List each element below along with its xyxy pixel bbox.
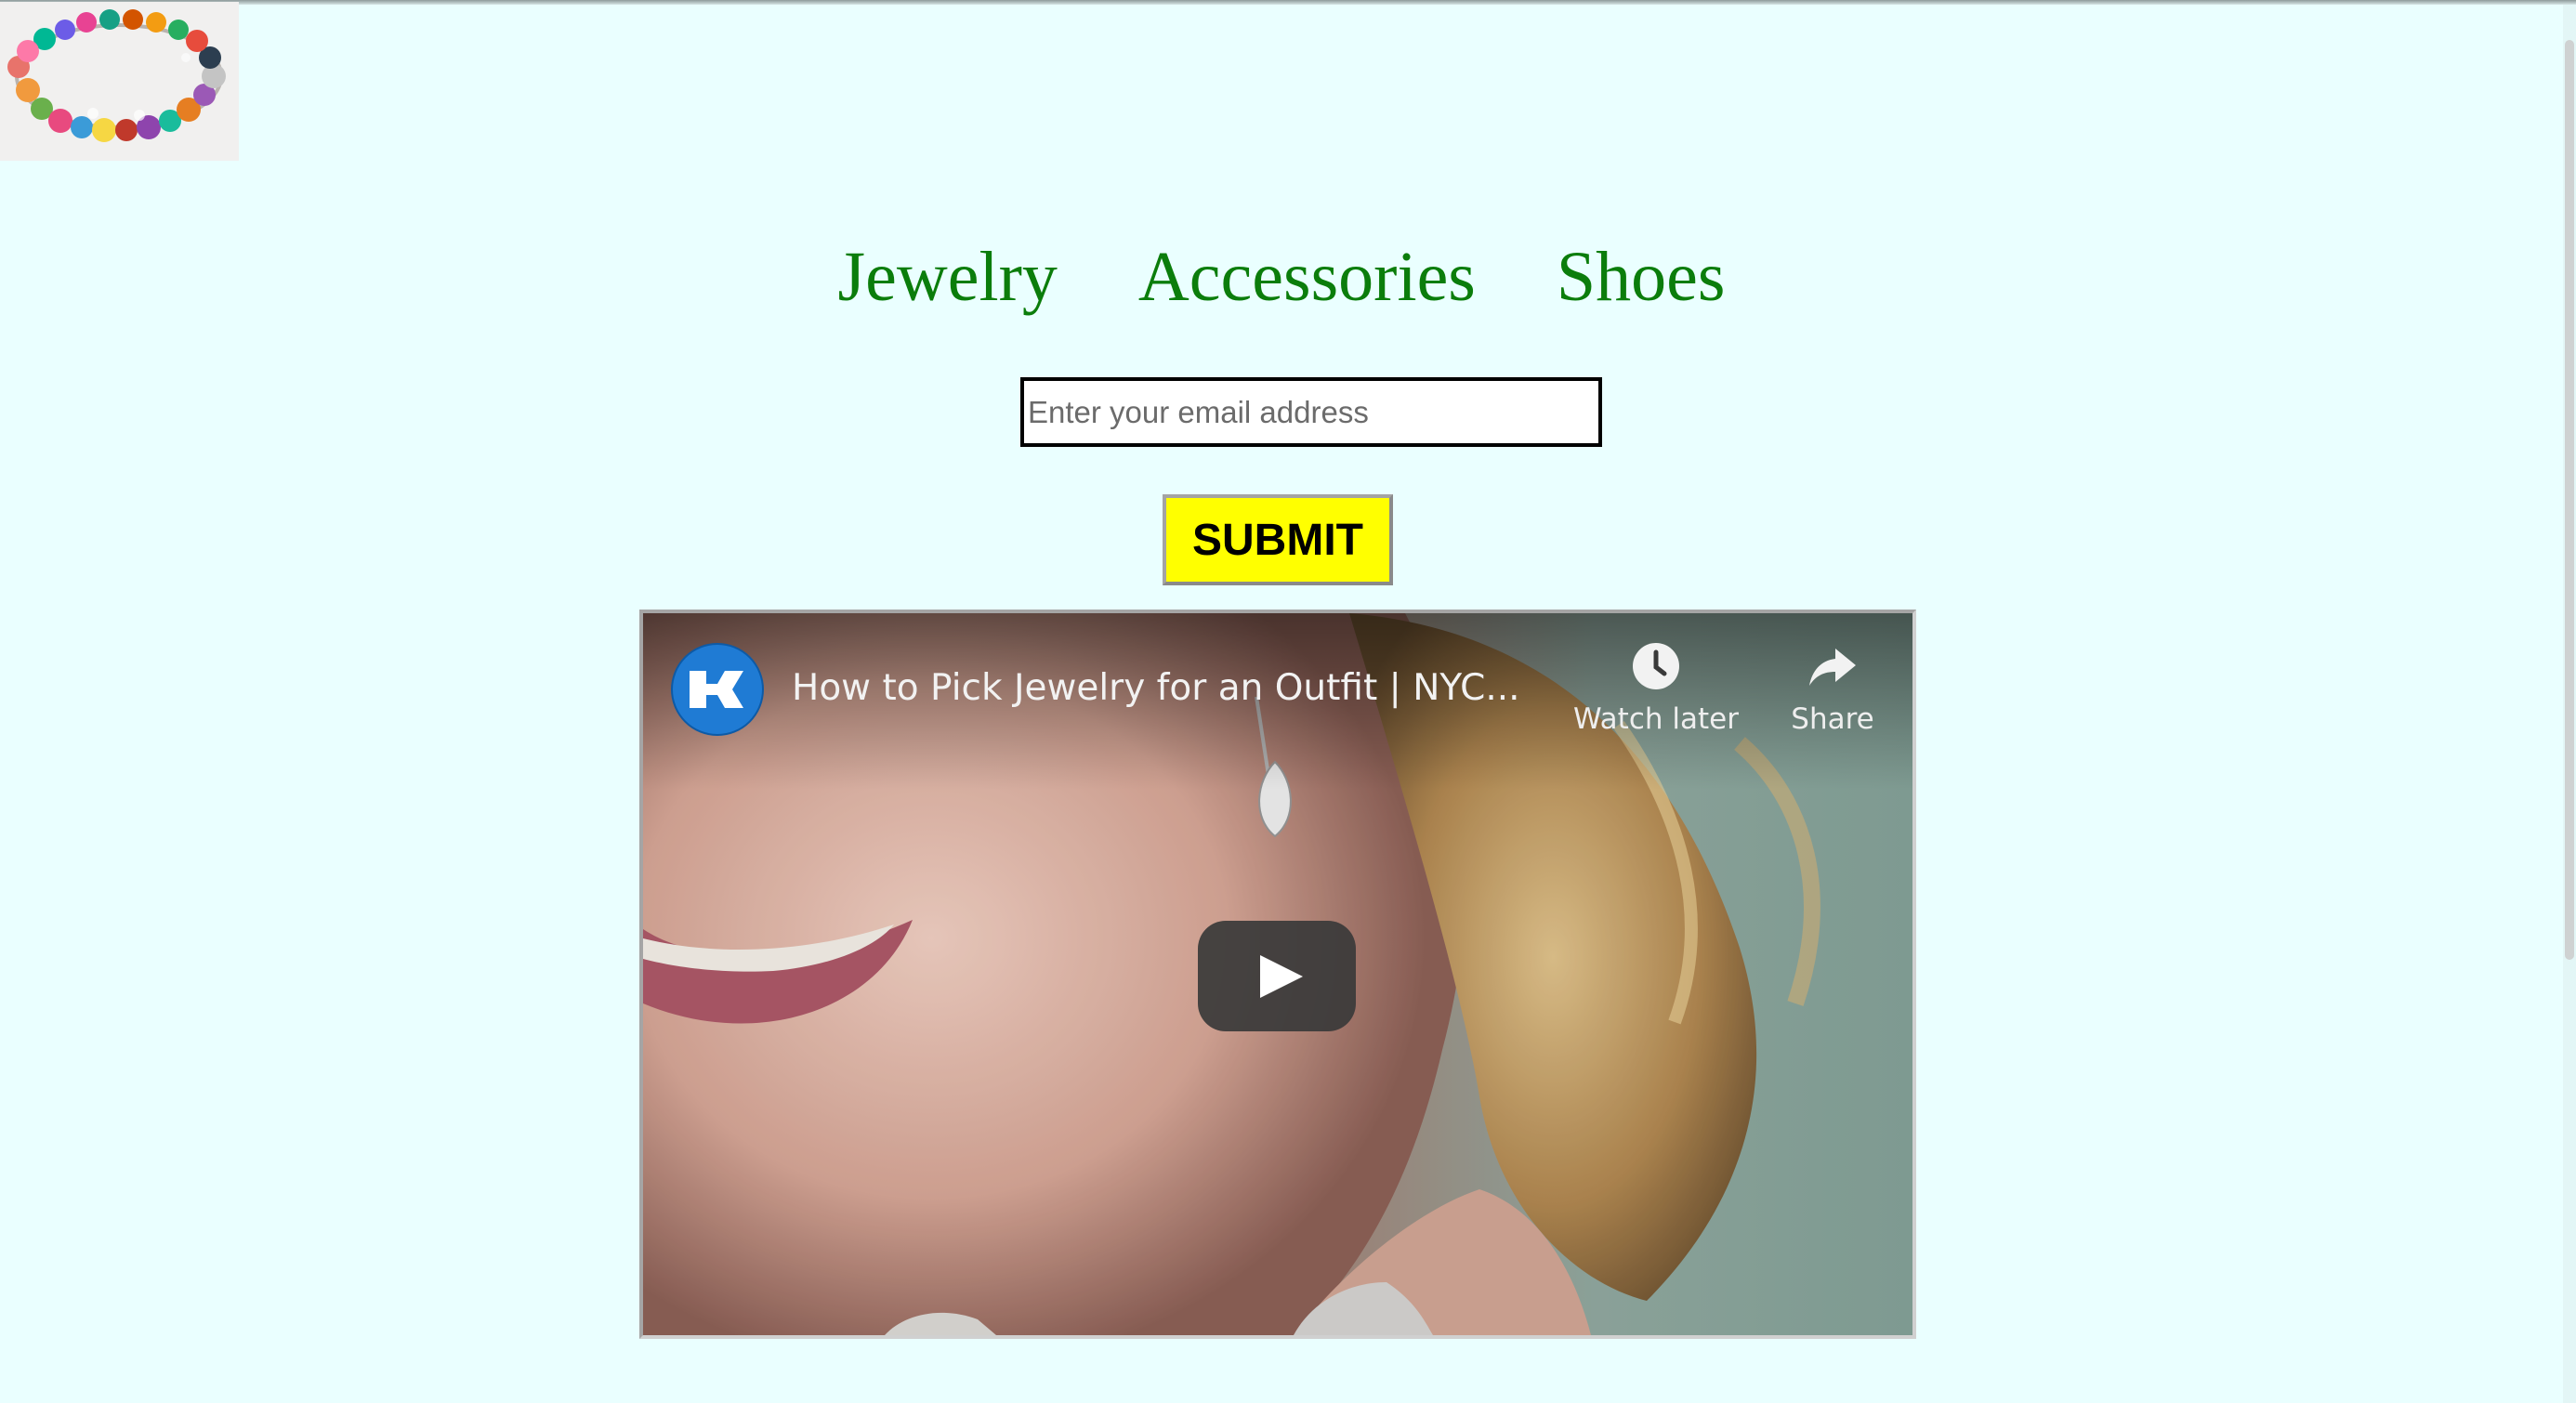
clock-icon [1633,643,1679,689]
share-button[interactable]: Share [1777,641,1888,736]
watch-later-label: Watch later [1573,702,1739,736]
email-field[interactable] [1020,377,1602,447]
main-nav: Jewelry Accessories Shoes [0,237,2563,318]
nav-link-shoes[interactable]: Shoes [1557,237,1726,318]
play-icon[interactable] [1198,921,1356,1031]
watch-later-button[interactable]: Watch later [1563,641,1749,736]
scrollbar-thumb[interactable] [2565,40,2574,960]
share-icon [1809,649,1856,686]
logo-image [0,2,239,161]
share-label: Share [1791,702,1874,736]
video-embed[interactable]: How to Pick Jewelry for an Outfit | NYC.… [639,610,1916,1339]
nav-link-accessories[interactable]: Accessories [1138,237,1476,318]
video-title[interactable]: How to Pick Jewelry for an Outfit | NYC.… [792,667,1520,709]
page: Jewelry Accessories Shoes SUBMIT [0,0,2576,1403]
top-border [0,0,2576,5]
submit-button[interactable]: SUBMIT [1163,494,1393,585]
scrollbar[interactable] [2563,5,2576,1403]
channel-logo-icon[interactable] [671,643,764,736]
nav-link-jewelry[interactable]: Jewelry [838,237,1058,318]
